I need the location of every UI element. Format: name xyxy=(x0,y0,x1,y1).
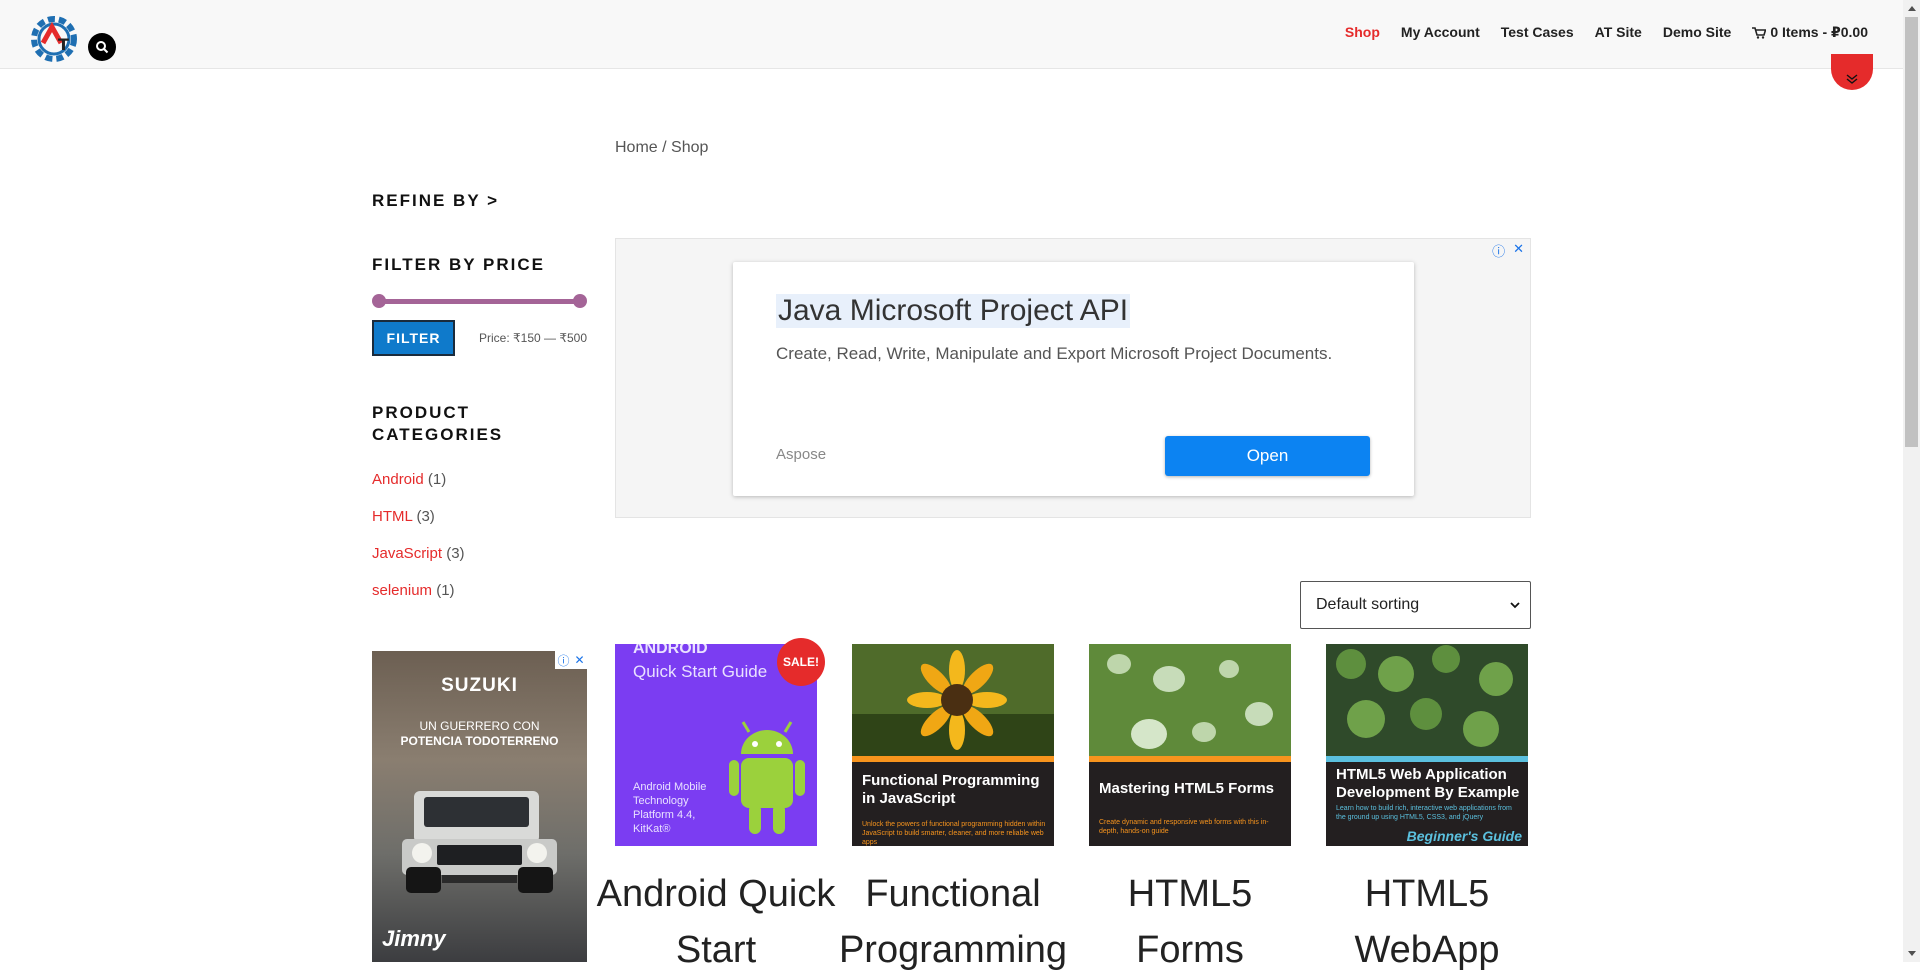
product-card[interactable]: Mastering HTML5 Forms Create dynamic and… xyxy=(1089,644,1291,978)
cover-stripe xyxy=(1326,756,1528,762)
cover-text: Unlock the powers of functional programm… xyxy=(862,821,1046,846)
scroll-down-icon[interactable] xyxy=(1903,945,1920,962)
product-title[interactable]: HTML5 Forms xyxy=(1070,866,1310,978)
water-drops-image xyxy=(1089,644,1291,756)
category-item: JavaScript (3) xyxy=(372,544,587,564)
sidebar: REFINE BY > FILTER BY PRICE FILTER Price… xyxy=(372,190,587,618)
nav-test-cases[interactable]: Test Cases xyxy=(1501,24,1574,41)
price-range-label: Price: ₹150 — ₹500 xyxy=(479,331,587,345)
product-image[interactable]: Functional Programming in JavaScript Unl… xyxy=(852,644,1054,846)
category-count: (1) xyxy=(436,582,455,599)
ad-model-logo: Jimny xyxy=(382,926,446,951)
cover-text: Android Mobile Technology Platform 4.4, … xyxy=(633,781,707,835)
product-image[interactable]: HTML5 Web Application Development By Exa… xyxy=(1326,644,1528,846)
site-header: T Shop My Account Test Cases AT Site Dem… xyxy=(0,0,1903,69)
price-slider-min-handle[interactable] xyxy=(372,294,386,308)
cover-text: Mastering HTML5 Forms xyxy=(1099,780,1275,797)
nav-demo-site[interactable]: Demo Site xyxy=(1663,24,1731,41)
ad-advertiser: Aspose xyxy=(776,446,827,463)
cover-text: HTML5 Web Application Development By Exa… xyxy=(1336,766,1520,801)
ad-tagline-2: POTENCIA TODOTERRENO xyxy=(400,734,559,748)
ad-headline[interactable]: Java Microsoft Project API xyxy=(776,294,1131,328)
scroll-up-icon[interactable] xyxy=(1903,0,1920,17)
price-slider-track xyxy=(379,299,580,304)
search-button[interactable] xyxy=(88,33,116,61)
ad-choices-icon[interactable]: ⓘ ✕ xyxy=(1492,241,1524,260)
refine-by-toggle[interactable]: REFINE BY > xyxy=(372,190,587,212)
ad-open-button[interactable]: Open xyxy=(1165,436,1370,476)
category-link-javascript[interactable]: JavaScript xyxy=(372,545,442,562)
category-link-android[interactable]: Android xyxy=(372,471,424,488)
product-card[interactable]: ANDROID Quick Start Guide Android Mobile… xyxy=(597,638,835,978)
category-count: (3) xyxy=(416,508,435,525)
cart-label: 0 Items - ₽0.00 xyxy=(1770,24,1868,40)
category-count: (1) xyxy=(427,471,447,488)
product-image[interactable]: Mastering HTML5 Forms Create dynamic and… xyxy=(1089,644,1291,846)
cover-text: Quick Start Guide xyxy=(633,662,768,681)
category-item: selenium (1) xyxy=(372,581,587,601)
android-robot-icon xyxy=(729,721,805,834)
main-nav: Shop My Account Test Cases AT Site Demo … xyxy=(1345,24,1868,41)
chevron-down-icon xyxy=(1510,601,1520,608)
category-count: (3) xyxy=(446,545,465,562)
ad-description: Create, Read, Write, Manipulate and Expo… xyxy=(776,344,1333,363)
cart-icon xyxy=(1752,26,1767,39)
car-image xyxy=(402,791,557,893)
nav-shop[interactable]: Shop xyxy=(1345,24,1380,41)
price-filter-row: FILTER Price: ₹150 — ₹500 xyxy=(372,320,587,356)
sort-selected-value: Default sorting xyxy=(1316,596,1420,613)
filter-button[interactable]: FILTER xyxy=(372,320,455,356)
sunflower-image xyxy=(852,644,1054,756)
nav-at-site[interactable]: AT Site xyxy=(1595,24,1642,41)
nav-cart[interactable]: 0 Items - ₽0.00 xyxy=(1752,24,1868,41)
site-logo[interactable]: T xyxy=(28,13,80,65)
scroll-thumb[interactable] xyxy=(1905,17,1918,447)
sidebar-advertisement[interactable]: ⓘ ✕ SUZUKI UN GUERRERO CON POTENCIA TODOT… xyxy=(372,651,587,962)
category-link-selenium[interactable]: selenium xyxy=(372,582,432,599)
product-card[interactable]: HTML5 Web Application Development By Exa… xyxy=(1326,644,1528,978)
price-slider-max-handle[interactable] xyxy=(573,294,587,308)
product-categories-title: PRODUCT CATEGORIES xyxy=(372,403,504,444)
cover-stripe xyxy=(852,756,1054,762)
ad-tagline-1: UN GUERRERO CON xyxy=(419,719,540,733)
ad-brand: SUZUKI xyxy=(441,675,518,696)
product-card[interactable]: Functional Programming in JavaScript Unl… xyxy=(839,644,1067,978)
cover-stripe xyxy=(1089,756,1291,762)
cover-text: Learn how to build rich, interactive web… xyxy=(1336,805,1512,821)
logo-letter: T xyxy=(58,35,69,54)
breadcrumb[interactable]: Home / Shop xyxy=(615,139,708,157)
banner-advertisement: ⓘ ✕ Java Microsoft Project API Create, Re… xyxy=(615,238,1531,518)
lily-pads-image xyxy=(1326,644,1528,756)
sale-badge: SALE! xyxy=(777,638,825,686)
gear-logo-icon: T xyxy=(31,16,77,62)
cover-text: Functional Programming in JavaScript xyxy=(862,772,1040,807)
category-item: HTML (3) xyxy=(372,507,587,527)
filter-by-price-title: FILTER BY PRICE xyxy=(372,255,545,274)
double-chevron-down-icon xyxy=(1846,74,1858,84)
product-title[interactable]: Functional Programming xyxy=(833,866,1073,978)
search-icon xyxy=(96,41,109,54)
category-list: Android (1) HTML (3) JavaScript (3) sele… xyxy=(372,470,587,601)
header-toggle-button[interactable] xyxy=(1831,54,1873,90)
ad-choices-icon[interactable]: ⓘ ✕ xyxy=(555,651,587,669)
nav-my-account[interactable]: My Account xyxy=(1401,24,1480,41)
page-scrollbar[interactable] xyxy=(1903,0,1920,962)
cover-text: Beginner's Guide xyxy=(1406,828,1522,844)
cover-text: ANDROID xyxy=(633,644,708,657)
ad-card[interactable]: Java Microsoft Project API Create, Read,… xyxy=(733,262,1414,496)
sort-select[interactable]: Default sorting xyxy=(1300,581,1531,629)
category-item: Android (1) xyxy=(372,470,587,490)
cover-text: Create dynamic and responsive web forms … xyxy=(1099,819,1269,835)
product-title[interactable]: HTML5 WebApp xyxy=(1307,866,1547,978)
price-range-slider[interactable] xyxy=(372,294,587,308)
category-link-html[interactable]: HTML xyxy=(372,508,412,525)
product-title[interactable]: Android Quick Start xyxy=(596,866,836,978)
